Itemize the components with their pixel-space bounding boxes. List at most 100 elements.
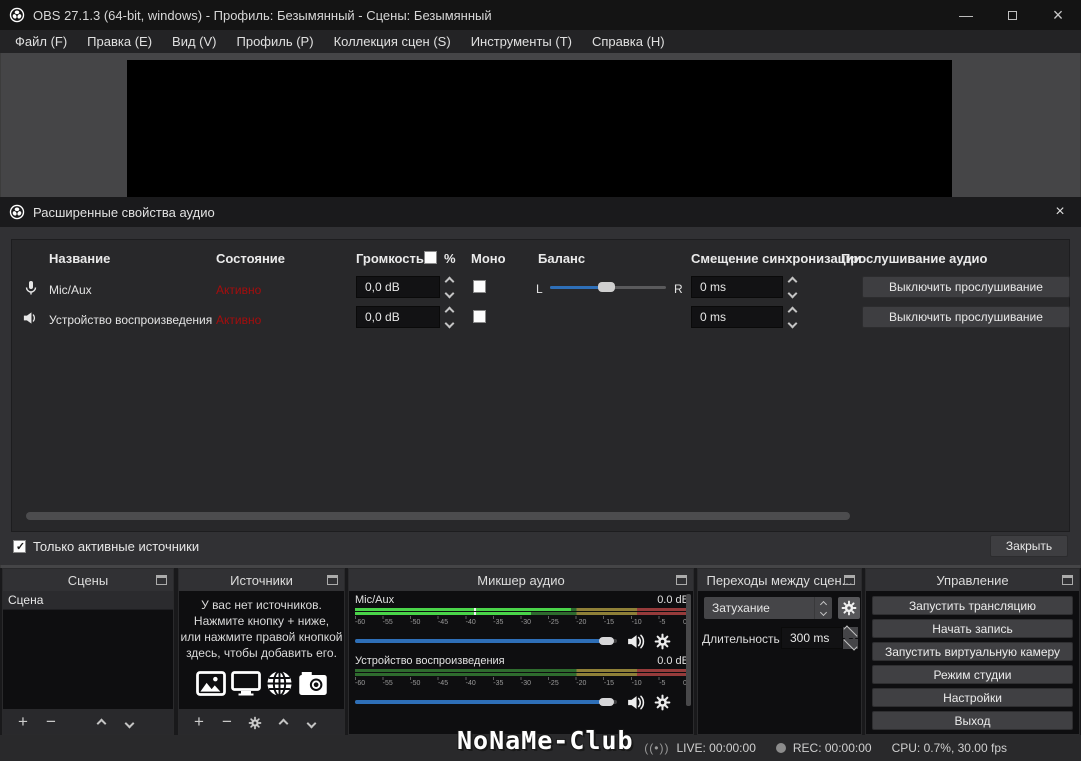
dialog-close-button[interactable]: ×: [1039, 197, 1081, 227]
volume-spinner[interactable]: [444, 276, 455, 298]
menu-profile[interactable]: Профиль (P): [227, 30, 324, 53]
window-titlebar: OBS 27.1.3 (64-bit, windows) - Профиль: …: [0, 0, 1081, 30]
source-properties-button[interactable]: [241, 709, 269, 734]
menu-help[interactable]: Справка (H): [582, 30, 675, 53]
volume-field[interactable]: 0,0 dB: [356, 276, 440, 298]
meter-scale: -60 -55 -50 -45 -40 -35 -30 -25 -20 -15 -10 -5 0: [355, 619, 687, 628]
meter-tick-label: -50: [410, 680, 421, 687]
panel-popout-icon[interactable]: [844, 575, 855, 585]
scenes-panel-title: Сцены: [67, 572, 109, 588]
advanced-audio-dialog: Расширенные свойства аудио × Название Со…: [0, 197, 1081, 565]
meter-tick-label: -60: [355, 680, 366, 687]
transition-properties-button[interactable]: [838, 597, 860, 619]
move-scene-down-button[interactable]: [115, 709, 143, 734]
start-streaming-button[interactable]: Запустить трансляцию: [872, 596, 1073, 615]
window-controls: — ×: [943, 0, 1081, 30]
studio-mode-button[interactable]: Режим студии: [872, 665, 1073, 684]
volume-slider[interactable]: [355, 637, 617, 645]
spin-up-icon: [444, 276, 455, 286]
sources-empty-line: У вас нет источников.: [201, 598, 322, 612]
panel-popout-icon[interactable]: [1062, 575, 1073, 585]
volume-percent-checkbox[interactable]: [424, 251, 437, 264]
meter-tick-label: -25: [548, 680, 559, 687]
spin-down-icon: [444, 318, 455, 328]
move-source-down-button[interactable]: [297, 709, 325, 734]
horizontal-scrollbar[interactable]: [26, 512, 850, 520]
menu-tools[interactable]: Инструменты (T): [461, 30, 582, 53]
start-recording-button[interactable]: Начать запись: [872, 619, 1073, 638]
sync-offset-field[interactable]: 0 ms: [691, 306, 783, 328]
start-virtual-camera-button[interactable]: Запустить виртуальную камеру: [872, 642, 1073, 661]
minimize-button[interactable]: —: [943, 0, 989, 30]
source-name: Mic/Aux: [49, 283, 92, 297]
mixer-channel-level: 0.0 dB: [657, 655, 689, 667]
mono-checkbox[interactable]: [473, 310, 486, 323]
volume-field[interactable]: 0,0 dB: [356, 306, 440, 328]
maximize-button[interactable]: [989, 0, 1035, 30]
panel-popout-icon[interactable]: [327, 575, 338, 585]
obs-main-window: OBS 27.1.3 (64-bit, windows) - Профиль: …: [0, 0, 1081, 761]
obs-logo-icon: [9, 204, 25, 220]
mixer-channel: Устройство воспроизведения 0.0 dB -60 -55…: [355, 655, 689, 710]
volume-spinner[interactable]: [444, 306, 455, 328]
chevron-down-icon: [843, 636, 858, 651]
spin-down-icon: [444, 288, 455, 298]
mixer-panel-title: Микшер аудио: [477, 572, 565, 588]
mute-speaker-icon[interactable]: [626, 694, 645, 711]
meter-peak-tick: [473, 612, 476, 615]
menu-edit[interactable]: Правка (E): [77, 30, 162, 53]
menu-view[interactable]: Вид (V): [162, 30, 226, 53]
mute-speaker-icon[interactable]: [626, 633, 645, 650]
sources-panel-title: Источники: [230, 572, 293, 588]
channel-settings-gear-icon[interactable]: [654, 633, 671, 650]
volume-slider-handle[interactable]: [598, 698, 614, 706]
monitoring-off-button[interactable]: Выключить прослушивание: [862, 276, 1070, 298]
rec-status: REC: 00:00:00: [775, 741, 872, 755]
exit-button[interactable]: Выход: [872, 711, 1073, 730]
menu-scene-collection[interactable]: Коллекция сцен (S): [324, 30, 461, 53]
panel-popout-icon[interactable]: [676, 575, 687, 585]
remove-source-button[interactable]: −: [213, 709, 241, 734]
duration-field[interactable]: 300 ms: [781, 627, 843, 649]
balance-slider[interactable]: [550, 282, 666, 292]
dialog-close-action-button[interactable]: Закрыть: [990, 535, 1068, 557]
move-scene-up-button[interactable]: [87, 709, 115, 734]
meter-tick-label: -45: [437, 619, 449, 626]
add-source-button[interactable]: +: [185, 709, 213, 734]
sources-empty-message: У вас нет источников. Нажмите кнопку + н…: [179, 597, 344, 661]
sync-offset-spinner[interactable]: [787, 306, 798, 328]
volume-slider[interactable]: [355, 698, 617, 706]
scene-list-item[interactable]: Сцена: [3, 591, 173, 610]
transitions-panel-title: Переходы между сцен...: [706, 572, 853, 588]
volume-slider-handle[interactable]: [598, 637, 614, 645]
sync-offset-field[interactable]: 0 ms: [691, 276, 783, 298]
mixer-vertical-scrollbar[interactable]: [686, 594, 691, 706]
transition-select[interactable]: Затухание: [704, 597, 832, 619]
mono-checkbox[interactable]: [473, 280, 486, 293]
menu-file[interactable]: Файл (F): [5, 30, 77, 53]
balance-handle[interactable]: [597, 282, 615, 292]
mixer-channel: Mic/Aux 0.0 dB -60 -55 -50 -45 -40 -35 -30 -25 -…: [355, 594, 689, 649]
duration-spinner[interactable]: [843, 625, 858, 651]
record-dot-icon: [775, 743, 786, 753]
sources-empty-line: здесь, чтобы добавить его.: [186, 646, 337, 660]
panel-popout-icon[interactable]: [156, 575, 167, 585]
col-header-percent: %: [444, 251, 456, 266]
settings-button[interactable]: Настройки: [872, 688, 1073, 707]
transitions-panel: Переходы между сцен... Затухание Длитель…: [697, 568, 862, 735]
active-only-checkbox[interactable]: [13, 540, 27, 553]
remove-scene-button[interactable]: −: [37, 709, 65, 734]
scene-preview-canvas[interactable]: [127, 60, 952, 200]
broadcast-signal-icon: ((•)): [644, 741, 670, 755]
speaker-icon: [22, 310, 39, 331]
add-scene-button[interactable]: +: [9, 709, 37, 734]
channel-settings-gear-icon[interactable]: [654, 694, 671, 711]
move-source-up-button[interactable]: [269, 709, 297, 734]
close-button[interactable]: ×: [1035, 0, 1081, 30]
display-source-icon: [230, 671, 261, 701]
sync-offset-spinner[interactable]: [787, 276, 798, 298]
monitoring-off-button[interactable]: Выключить прослушивание: [862, 306, 1070, 328]
source-name: Устройство воспроизведения: [49, 313, 213, 327]
spin-down-button[interactable]: [843, 636, 858, 651]
spin-up-button[interactable]: [843, 625, 858, 640]
